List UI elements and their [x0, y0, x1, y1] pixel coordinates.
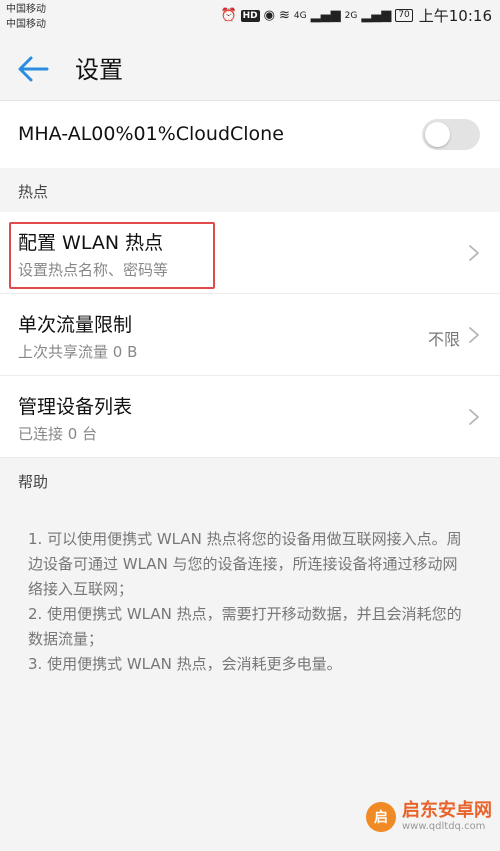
hotspot-switch[interactable]: [422, 119, 480, 150]
clock: 上午10:16: [418, 7, 492, 25]
item-subtitle: 已连接 0 台: [18, 425, 98, 443]
watermark: 启 启东安卓网 www.qdltdq.com: [366, 801, 492, 833]
network-type-2: 2G: [344, 10, 358, 21]
switch-knob: [425, 122, 450, 147]
app-bar: 设置: [0, 36, 500, 100]
section-header-hotspot: 热点: [0, 168, 500, 212]
battery-icon: 70: [395, 9, 413, 22]
chevron-right-icon: [469, 245, 479, 261]
section-title-help: 帮助: [18, 473, 49, 491]
highlight-box: [9, 222, 215, 289]
network-type-1: 4G: [293, 10, 307, 21]
item-title: 管理设备列表: [18, 396, 133, 418]
wifi-icon: ≋: [279, 8, 290, 23]
watermark-logo-icon: 启: [366, 802, 396, 832]
hd-badge: HD: [240, 9, 260, 22]
section-title-hotspot: 热点: [18, 183, 49, 201]
help-paragraph: 1. 可以使用便携式 WLAN 热点将您的设备用做互联网接入点。周边设备可通过 …: [28, 530, 462, 598]
alarm-icon: ⏰: [220, 8, 237, 23]
hotspot-name-label: MHA-AL00%01%CloudClone: [18, 123, 284, 145]
carrier-info: 中国移动 中国移动: [6, 2, 46, 32]
status-icons: ⏰ HD ◉ ≋ 4G ▂▄▆ 2G ▂▄▆ 70 上午10:16: [220, 5, 492, 26]
item-value: 不限: [427, 330, 460, 349]
status-bar: 中国移动 中国移动 ⏰ HD ◉ ≋ 4G ▂▄▆ 2G ▂▄▆ 70 上午10…: [0, 0, 500, 36]
list-item-data-limit[interactable]: 单次流量限制 上次共享流量 0 B 不限: [0, 294, 500, 376]
help-paragraph: 3. 使用便携式 WLAN 热点，会消耗更多电量。: [28, 655, 342, 673]
list-item-device-list[interactable]: 管理设备列表 已连接 0 台: [0, 376, 500, 458]
help-text: 1. 可以使用便携式 WLAN 热点将您的设备用做互联网接入点。周边设备可通过 …: [0, 502, 500, 677]
section-header-help: 帮助: [0, 458, 500, 502]
help-paragraph: 2. 使用便携式 WLAN 热点，需要打开移动数据，并且会消耗您的数据流量；: [28, 605, 462, 648]
signal-icon: ▂▄▆: [310, 8, 341, 23]
page-title: 设置: [75, 56, 123, 84]
watermark-url: www.qdltdq.com: [402, 821, 486, 832]
carrier-1: 中国移动: [6, 4, 46, 15]
eye-icon: ◉: [263, 8, 275, 23]
arrow-left-icon[interactable]: [16, 54, 50, 84]
chevron-right-icon: [469, 409, 479, 425]
watermark-name: 启东安卓网: [402, 800, 492, 821]
signal-icon-2: ▂▄▆: [361, 8, 392, 23]
item-title: 单次流量限制: [18, 314, 133, 336]
carrier-2: 中国移动: [6, 19, 46, 30]
chevron-right-icon: [469, 327, 479, 343]
hotspot-toggle-row[interactable]: MHA-AL00%01%CloudClone: [0, 101, 500, 168]
item-subtitle: 上次共享流量 0 B: [18, 343, 138, 361]
